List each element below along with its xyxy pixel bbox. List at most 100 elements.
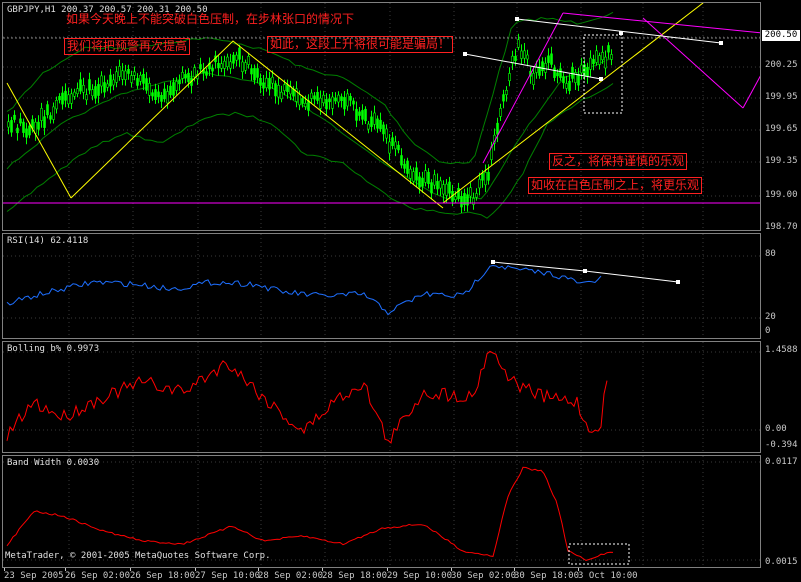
candle-body bbox=[205, 71, 208, 76]
candle-body bbox=[466, 194, 469, 206]
candle-body bbox=[169, 85, 172, 96]
candle-body bbox=[277, 85, 280, 98]
candle-body bbox=[358, 111, 361, 116]
yellow-trendline bbox=[442, 3, 704, 204]
candle-body bbox=[64, 90, 67, 101]
candle-body bbox=[598, 55, 601, 65]
candle-body bbox=[562, 76, 565, 84]
bollinger-bpct-pane[interactable]: Bolling b% 0.9973 bbox=[2, 341, 761, 453]
candle-body bbox=[349, 96, 352, 101]
candle-body bbox=[319, 97, 322, 109]
candle-body bbox=[373, 112, 376, 125]
candle-body bbox=[580, 64, 583, 74]
candle-body bbox=[139, 75, 142, 82]
bollinger-bpct-canvas[interactable] bbox=[3, 342, 761, 453]
candle-body bbox=[604, 56, 607, 69]
candle-body bbox=[415, 167, 418, 181]
candle-body bbox=[97, 84, 100, 96]
candle-body bbox=[400, 155, 403, 166]
candle-body bbox=[370, 116, 373, 127]
candle-body bbox=[334, 97, 337, 102]
candle-body bbox=[94, 86, 97, 99]
candle-body bbox=[412, 171, 415, 182]
candle-body bbox=[595, 50, 598, 63]
candle-body bbox=[298, 94, 301, 106]
candle-body bbox=[175, 81, 178, 91]
candle-body bbox=[250, 68, 253, 75]
candle-body bbox=[16, 127, 19, 134]
bollinger-lower-band bbox=[6, 83, 614, 219]
current-price-label: 200.50 bbox=[762, 30, 800, 41]
candle-body bbox=[454, 196, 457, 200]
candle-body bbox=[220, 63, 223, 69]
candle-body bbox=[340, 96, 343, 101]
bollinger-bpct-line bbox=[6, 350, 608, 444]
candle-body bbox=[331, 96, 334, 109]
candle-body bbox=[520, 50, 523, 59]
candle-body bbox=[286, 84, 289, 92]
candle-body bbox=[391, 137, 394, 146]
candle-body bbox=[172, 82, 175, 96]
bw-tick: 0.0117 bbox=[765, 457, 798, 467]
time-label: 30 Sep 18:00 bbox=[514, 571, 580, 581]
candle-body bbox=[112, 79, 115, 86]
candle-body bbox=[148, 83, 151, 96]
candle-body bbox=[262, 82, 265, 89]
candle-body bbox=[364, 108, 367, 122]
candle-body bbox=[514, 55, 517, 61]
candle-body bbox=[82, 85, 85, 93]
candle-body bbox=[505, 90, 508, 95]
boll-tick: 1.4588 bbox=[765, 345, 798, 355]
candle-body bbox=[109, 74, 112, 87]
candle-body bbox=[409, 168, 412, 179]
annotation-line4: 反之，将保持谨慎的乐观 bbox=[549, 153, 688, 170]
candle-body bbox=[283, 84, 286, 91]
bollinger-bpct-title: Bolling b% 0.9973 bbox=[7, 344, 100, 354]
candle-body bbox=[115, 71, 118, 83]
candle-body bbox=[268, 78, 271, 90]
candle-body bbox=[421, 177, 424, 187]
candle-body bbox=[508, 73, 511, 81]
rsi-canvas[interactable] bbox=[3, 234, 761, 339]
time-label: 28 Sep 18:00 bbox=[322, 571, 388, 581]
rsi-title: RSI(14) 62.4118 bbox=[7, 236, 89, 246]
boll-tick: -0.394 bbox=[765, 440, 798, 450]
candle-body bbox=[241, 61, 244, 72]
candle-body bbox=[592, 59, 595, 65]
candle-body bbox=[571, 67, 574, 79]
candle-body bbox=[265, 77, 268, 88]
bollinger-bpct-scale: 1.4588 0.00 -0.394 bbox=[761, 341, 801, 453]
candle-body bbox=[355, 108, 358, 121]
candle-body bbox=[256, 68, 259, 78]
candle-body bbox=[556, 72, 559, 77]
candle-body bbox=[226, 56, 229, 67]
rsi-pane[interactable]: RSI(14) 62.4118 bbox=[2, 233, 761, 339]
candle-body bbox=[85, 94, 88, 101]
candle-body bbox=[433, 174, 436, 186]
candle-body bbox=[484, 172, 487, 186]
anchor-point bbox=[619, 31, 623, 35]
candle-body bbox=[601, 51, 604, 61]
candle-body bbox=[586, 67, 589, 77]
candle-body bbox=[121, 70, 124, 80]
candle-body bbox=[577, 73, 580, 86]
candle-body bbox=[301, 98, 304, 104]
candle-body bbox=[442, 184, 445, 195]
band-width-scale: 0.0117 0.0015 bbox=[761, 455, 801, 568]
bw-tick: 0.0015 bbox=[765, 557, 798, 567]
candle-body bbox=[406, 160, 409, 174]
candle-body bbox=[145, 78, 148, 91]
candle-body bbox=[517, 39, 520, 48]
candle-body bbox=[235, 54, 238, 61]
candle-body bbox=[76, 88, 79, 94]
candle-body bbox=[313, 95, 316, 100]
candle-body bbox=[547, 55, 550, 63]
anchor-point bbox=[491, 260, 495, 264]
candle-body bbox=[79, 79, 82, 92]
candle-body bbox=[46, 104, 49, 116]
candle-body bbox=[499, 108, 502, 117]
candle-body bbox=[457, 188, 460, 199]
candle-body bbox=[166, 91, 169, 104]
candle-body bbox=[217, 62, 220, 69]
candle-body bbox=[247, 55, 250, 65]
